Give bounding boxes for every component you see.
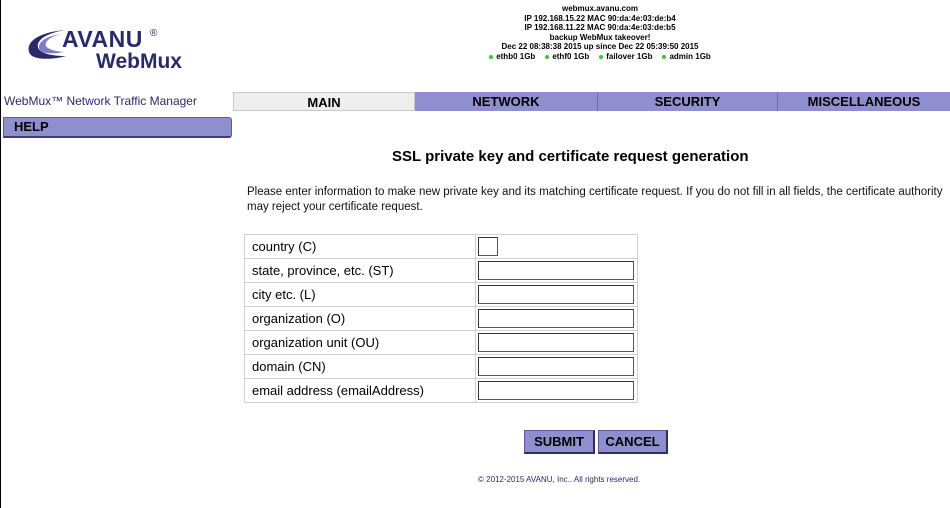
help-button[interactable]: HELP: [3, 117, 232, 138]
form-row-country: country (C): [244, 234, 638, 259]
interface-label: admin 1Gb: [669, 51, 711, 61]
email-field[interactable]: [478, 381, 634, 400]
logo-registered-mark: ®: [150, 28, 158, 39]
field-label: organization unit (OU): [244, 330, 476, 355]
takeover-status: backup WebMux takeover!: [549, 32, 651, 42]
status-dot-icon: [545, 54, 550, 59]
domain-field[interactable]: [478, 357, 634, 376]
field-label: country (C): [244, 234, 476, 259]
tab-main[interactable]: MAIN: [233, 92, 415, 111]
country-field[interactable]: [478, 237, 498, 256]
logo-product-text: WebMux: [96, 50, 182, 73]
page-left-border: [0, 0, 1, 508]
system-status-panel: webmux.avanu.com IP 192.168.15.22 MAC 90…: [420, 4, 780, 62]
field-label: state, province, etc. (ST): [244, 258, 476, 283]
interface-status: ethb0 1Gb: [489, 52, 535, 62]
field-label: domain (CN): [244, 354, 476, 379]
interface-list: ethb0 1Gb ethf0 1Gb failover 1Gb admin 1…: [420, 52, 780, 62]
avanu-webmux-logo: AVANU ® WebMux: [22, 26, 212, 86]
form-row-state: state, province, etc. (ST): [244, 258, 638, 283]
copyright-text: © 2012-2015 AVANU, Inc.. All rights rese…: [478, 475, 641, 484]
submit-button[interactable]: SUBMIT: [524, 430, 595, 454]
field-label: organization (O): [244, 306, 476, 331]
interface-label: ethb0 1Gb: [496, 51, 536, 61]
interface-status: ethf0 1Gb: [545, 52, 589, 62]
status-dot-icon: [662, 54, 667, 59]
app-title: WebMux™ Network Traffic Manager: [4, 94, 197, 108]
organization-unit-field[interactable]: [478, 333, 634, 352]
status-dot-icon: [599, 54, 604, 59]
page-title: SSL private key and certificate request …: [392, 148, 749, 165]
csr-form-table: country (C) state, province, etc. (ST) c…: [244, 234, 638, 403]
organization-field[interactable]: [478, 309, 634, 328]
tab-security[interactable]: SECURITY: [597, 92, 777, 111]
form-row-organization-unit: organization unit (OU): [244, 330, 638, 355]
tab-network[interactable]: NETWORK: [415, 92, 597, 111]
ip-mac-line: IP 192.168.15.22 MAC 90:da:4e:03:de:b4: [524, 13, 676, 23]
interface-label: ethf0 1Gb: [552, 51, 590, 61]
field-label: email address (emailAddress): [244, 378, 476, 403]
cancel-button[interactable]: CANCEL: [598, 430, 668, 454]
field-label: city etc. (L): [244, 282, 476, 307]
interface-label: failover 1Gb: [606, 51, 653, 61]
city-field[interactable]: [478, 285, 634, 304]
hostname: webmux.avanu.com: [561, 4, 639, 13]
uptime: Dec 22 08:38:38 2015 up since Dec 22 05:…: [501, 42, 699, 52]
form-row-email: email address (emailAddress): [244, 378, 638, 403]
ip-mac-line: IP 192.168.11.22 MAC 90:da:4e:03:de:b5: [524, 23, 676, 33]
form-row-organization: organization (O): [244, 306, 638, 331]
interface-status: failover 1Gb: [599, 52, 652, 62]
form-row-city: city etc. (L): [244, 282, 638, 307]
form-row-domain: domain (CN): [244, 354, 638, 379]
status-dot-icon: [489, 54, 494, 59]
state-field[interactable]: [478, 261, 634, 280]
logo-brand-text: AVANU: [62, 26, 143, 52]
interface-status: admin 1Gb: [662, 51, 711, 62]
tab-miscellaneous[interactable]: MISCELLANEOUS: [777, 92, 950, 111]
intro-text: Please enter information to make new pri…: [247, 186, 943, 213]
